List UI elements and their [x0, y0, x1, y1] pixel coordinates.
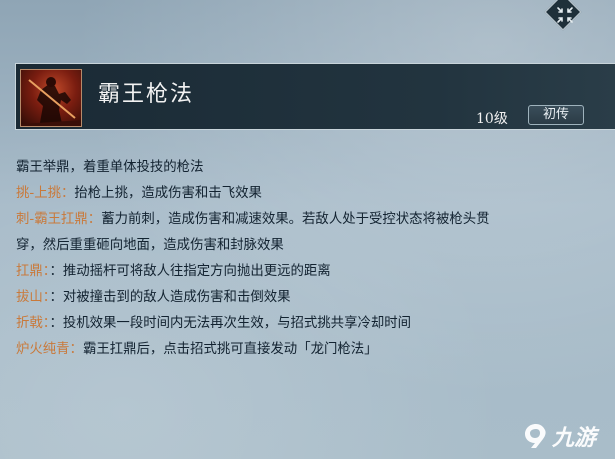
move-desc-continued: 穿，然后重重砸向地面，造成伤害和封脉效果 — [16, 238, 284, 253]
skill-level: 10级 — [476, 111, 508, 127]
skill-header: 霸王枪法 10级 初传 — [15, 63, 615, 130]
move-row: 拔山：：对被撞击到的敌人造成伤害和击倒效果 — [16, 285, 576, 311]
move-row: 扛鼎：：推动摇杆可将敌人往指定方向抛出更远的距离 — [16, 259, 576, 285]
move-name: 拔山： — [16, 290, 50, 305]
move-desc: ：推动摇杆可将敌人往指定方向抛出更远的距离 — [49, 264, 331, 279]
move-name: 折戟： — [16, 316, 50, 331]
watermark-text: 九游 — [552, 426, 597, 451]
move-row: 挑-上挑：抬枪上挑，造成伤害和击飞效果 — [16, 181, 576, 207]
move-name: 刺-霸王扛鼎： — [16, 212, 102, 227]
move-row: 折戟：：投机效果一段时间内无法再次生效，与招式挑共享冷却时间 — [16, 311, 576, 337]
move-desc: ：投机效果一段时间内无法再次生效，与招式挑共享冷却时间 — [49, 316, 412, 331]
skill-title: 霸王枪法 — [98, 82, 195, 107]
move-desc: 抬枪上挑，造成伤害和击飞效果 — [74, 186, 262, 201]
move-name: 炉火纯青： — [16, 342, 83, 357]
move-desc: 霸王扛鼎后，点击招式挑可直接发动「龙门枪法」 — [82, 342, 378, 357]
move-name: 扛鼎： — [16, 264, 50, 279]
warrior-figure-icon — [21, 77, 81, 126]
move-name: 挑-上挑： — [16, 186, 75, 201]
skill-summary: 霸王举鼎，着重单体投技的枪法 — [16, 160, 204, 175]
jiuyou-logo-icon — [525, 424, 546, 448]
tier-badge: 初传 — [528, 105, 584, 125]
move-row: 刺-霸王扛鼎：蓄力前刺，造成伤害和减速效果。若敌人处于受控状态将被枪头贯 — [16, 207, 576, 233]
watermark: 九游 — [522, 420, 596, 452]
collapse-arrows-icon — [557, 7, 573, 23]
skill-description: 霸王举鼎，着重单体投技的枪法 挑-上挑：抬枪上挑，造成伤害和击飞效果 刺-霸王扛… — [16, 155, 576, 363]
move-row: 炉火纯青：霸王扛鼎后，点击招式挑可直接发动「龙门枪法」 — [16, 337, 576, 363]
move-desc: ：对被撞击到的敌人造成伤害和击倒效果 — [49, 290, 291, 305]
move-desc: 蓄力前刺，造成伤害和减速效果。若敌人处于受控状态将被枪头贯 — [101, 212, 490, 227]
skill-portrait — [20, 69, 82, 127]
